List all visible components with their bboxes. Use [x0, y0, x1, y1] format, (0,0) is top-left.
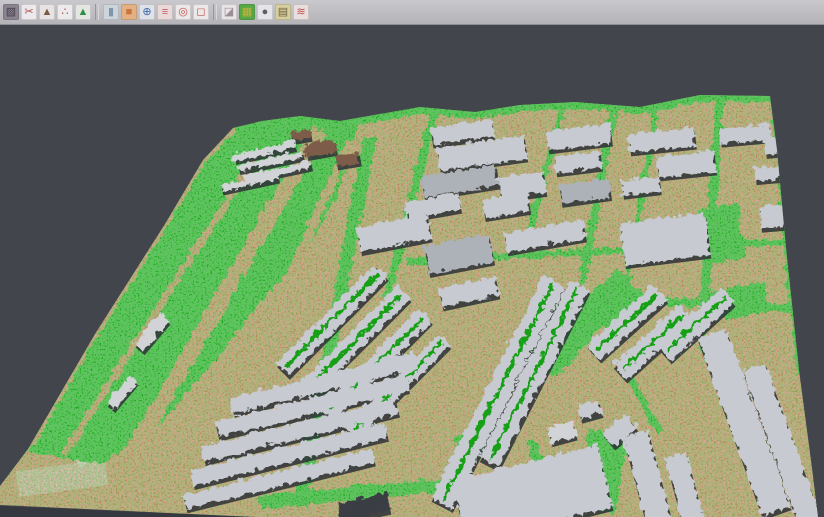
target-icon[interactable]: ◎ — [175, 4, 191, 20]
panel-icon[interactable]: ▮ — [103, 4, 119, 20]
application-window: ▨✂▲∴▲▮■⊕≡◎◻◪▦●▤≋ — [0, 0, 824, 517]
filter-icon[interactable]: ◪ — [221, 4, 237, 20]
point-cloud-scene — [0, 25, 824, 517]
main-toolbar: ▨✂▲∴▲▮■⊕≡◎◻◪▦●▤≋ — [0, 0, 824, 25]
terrain-icon[interactable]: ▲ — [39, 4, 55, 20]
classification-icon[interactable]: ▦ — [239, 4, 255, 20]
globe-icon[interactable]: ⊕ — [139, 4, 155, 20]
cut-icon[interactable]: ✂ — [21, 4, 37, 20]
3d-viewport[interactable] — [0, 25, 824, 517]
area-icon[interactable]: ■ — [121, 4, 137, 20]
toolbar-separator — [95, 4, 99, 20]
terrain-mesh — [0, 25, 824, 517]
toolbar-separator — [213, 4, 217, 20]
vegetation-icon[interactable]: ▲ — [75, 4, 91, 20]
open-icon[interactable]: ▨ — [3, 4, 19, 20]
list-icon[interactable]: ≡ — [157, 4, 173, 20]
points-icon[interactable]: ∴ — [57, 4, 73, 20]
measure-icon[interactable]: ▤ — [275, 4, 291, 20]
selection-icon[interactable]: ◻ — [193, 4, 209, 20]
sphere-icon[interactable]: ● — [257, 4, 273, 20]
profile-icon[interactable]: ≋ — [293, 4, 309, 20]
